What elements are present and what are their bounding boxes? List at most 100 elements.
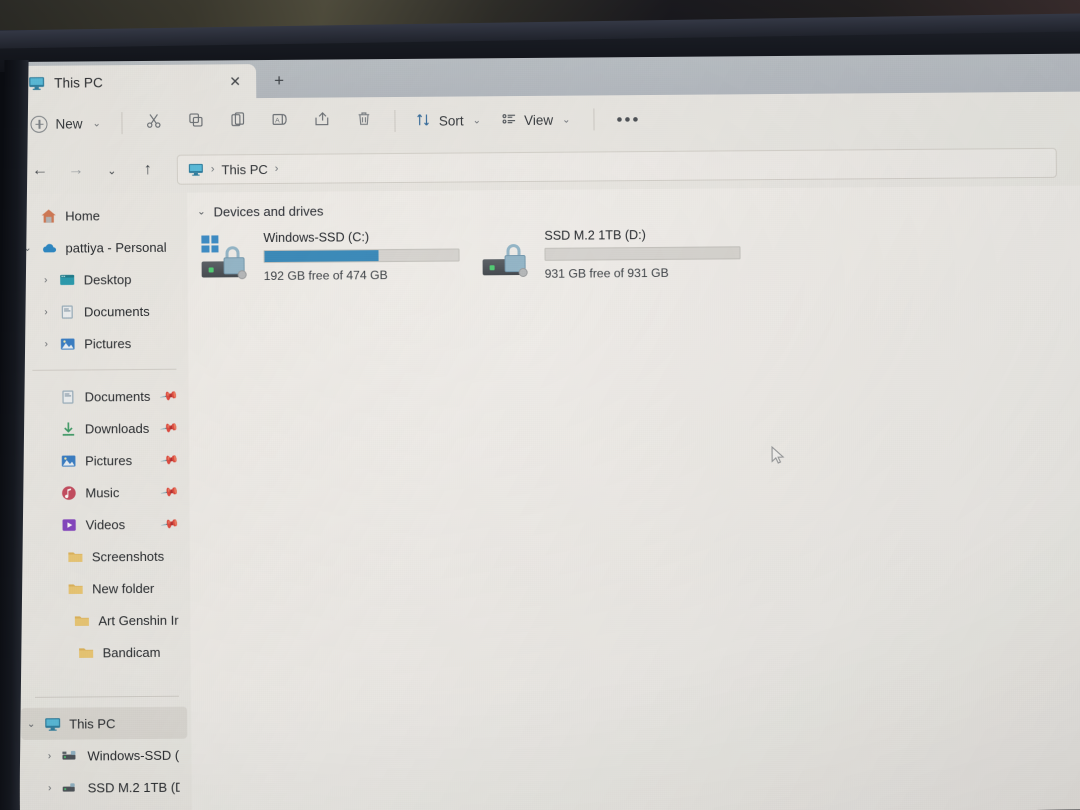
sidebar-item-videos[interactable]: Videos 📌 bbox=[20, 508, 186, 541]
expander-icon[interactable]: › bbox=[39, 750, 59, 761]
windows-drive-icon bbox=[201, 235, 253, 281]
sidebar-item-this-pc[interactable]: ⌄ This PC bbox=[21, 706, 188, 740]
home-icon bbox=[37, 207, 59, 224]
sidebar-label: Bandicam bbox=[102, 644, 161, 660]
drive-icon bbox=[482, 233, 534, 279]
sidebar-label: Music bbox=[85, 484, 120, 500]
chevron-down-icon[interactable]: ⌄ bbox=[197, 207, 205, 218]
address-bar[interactable]: › This PC › bbox=[176, 147, 1057, 185]
sidebar-item-documents-onedrive[interactable]: › Documents bbox=[18, 295, 184, 328]
sidebar-item-home[interactable]: Home bbox=[17, 199, 183, 232]
sidebar-label: Videos bbox=[85, 516, 126, 532]
drive-info: SSD M.2 1TB (D:) 931 GB free of 931 GB bbox=[544, 225, 747, 281]
close-icon[interactable]: ✕ bbox=[224, 70, 246, 92]
sidebar-label: Desktop bbox=[83, 271, 132, 287]
sidebar-item-music[interactable]: Music 📌 bbox=[19, 476, 185, 509]
sidebar-label: This PC bbox=[69, 715, 116, 732]
sidebar-item-art-genshin-impact[interactable]: Art Genshin Impact bbox=[20, 604, 186, 637]
back-button[interactable]: ← bbox=[23, 155, 57, 187]
sidebar-item-desktop[interactable]: › Desktop bbox=[18, 263, 184, 296]
pin-icon[interactable]: 📌 bbox=[160, 514, 180, 534]
sidebar-label: Home bbox=[65, 207, 100, 224]
new-button-label: New bbox=[55, 115, 83, 132]
cut-button[interactable] bbox=[134, 106, 174, 140]
expander-icon[interactable]: › bbox=[40, 782, 60, 793]
sidebar-divider-2 bbox=[34, 695, 179, 698]
forward-button[interactable]: → bbox=[59, 154, 93, 186]
sidebar-item-pictures-onedrive[interactable]: › Pictures bbox=[18, 327, 184, 360]
sort-button[interactable]: Sort ⌄ bbox=[407, 104, 490, 137]
sidebar-label: Documents bbox=[83, 303, 150, 319]
chevron-down-icon: ⌄ bbox=[472, 114, 482, 126]
sidebar-label: pattiya - Personal bbox=[65, 239, 167, 256]
drive-name: Windows-SSD (C:) bbox=[263, 230, 370, 246]
sidebar-item-pictures[interactable]: Pictures 📌 bbox=[19, 444, 185, 477]
drive-item[interactable]: Windows-SSD (C:) 192 GB free of 474 GB bbox=[201, 227, 466, 283]
breadcrumb-separator: › bbox=[210, 163, 215, 176]
pin-icon[interactable]: 📌 bbox=[160, 482, 180, 502]
more-options-button[interactable]: ••• bbox=[608, 102, 648, 136]
pin-icon[interactable]: 📌 bbox=[159, 418, 179, 438]
drive-icon bbox=[59, 747, 81, 763]
pin-icon[interactable]: 📌 bbox=[159, 386, 179, 406]
capacity-bar bbox=[263, 248, 460, 264]
sidebar-divider bbox=[32, 368, 177, 371]
pin-icon[interactable]: 📌 bbox=[160, 450, 180, 470]
drive-info: Windows-SSD (C:) 192 GB free of 474 GB bbox=[263, 227, 466, 283]
downloads-icon bbox=[57, 420, 79, 437]
drive-free-space: 931 GB free of 931 GB bbox=[544, 265, 669, 281]
expander-icon[interactable]: › bbox=[36, 274, 56, 285]
plus-circle-icon bbox=[30, 115, 48, 133]
view-button[interactable]: View ⌄ bbox=[492, 104, 580, 137]
this-pc-icon bbox=[28, 74, 45, 91]
sidebar-item-documents[interactable]: Documents 📌 bbox=[19, 380, 185, 413]
toolbar-divider-3 bbox=[593, 108, 595, 131]
sidebar-label: Art Genshin Impact bbox=[98, 612, 179, 628]
sidebar-label: Downloads bbox=[84, 420, 150, 436]
recent-locations-button[interactable]: ⌄ bbox=[95, 154, 129, 186]
rename-button[interactable]: A bbox=[260, 105, 300, 139]
sidebar-label: New folder bbox=[92, 580, 155, 596]
sidebar-item-new-folder[interactable]: New folder bbox=[20, 572, 186, 605]
trash-icon bbox=[355, 110, 372, 132]
tab-this-pc[interactable]: This PC ✕ bbox=[14, 64, 257, 100]
new-button[interactable]: New ⌄ bbox=[22, 107, 111, 140]
file-list-area[interactable]: ⌄ Devices and drives Windows-SSD (C:) 19… bbox=[187, 185, 1080, 810]
sidebar-item-screenshots[interactable]: Screenshots bbox=[20, 540, 186, 573]
devices-and-drives-group-header[interactable]: ⌄ Devices and drives bbox=[193, 198, 1080, 220]
capacity-bar-fill bbox=[264, 250, 380, 263]
sidebar-item-bandicam[interactable]: Bandicam bbox=[21, 636, 187, 669]
copy-button[interactable] bbox=[176, 105, 216, 139]
drive-free-space: 192 GB free of 474 GB bbox=[263, 268, 388, 284]
expander-icon[interactable]: ⌄ bbox=[21, 718, 41, 729]
new-tab-icon[interactable]: + bbox=[262, 64, 296, 98]
paste-button[interactable] bbox=[218, 105, 258, 139]
svg-text:A: A bbox=[275, 117, 280, 124]
sidebar-label: SSD M.2 1TB (D:) bbox=[87, 779, 180, 795]
share-button[interactable] bbox=[302, 104, 342, 138]
rename-icon: A bbox=[271, 111, 288, 133]
sidebar-item-downloads[interactable]: Downloads 📌 bbox=[19, 412, 185, 445]
tab-title: This PC bbox=[54, 74, 103, 91]
copy-icon bbox=[187, 112, 204, 134]
breadcrumb-this-pc[interactable]: This PC bbox=[221, 162, 267, 177]
folder-icon bbox=[75, 644, 97, 661]
expander-icon[interactable]: › bbox=[36, 306, 56, 317]
onedrive-icon bbox=[37, 239, 59, 257]
documents-folder-icon bbox=[56, 303, 78, 320]
sidebar-item-windows-ssd-c[interactable]: › Windows-SSD (C: bbox=[21, 739, 187, 772]
drive-knob bbox=[518, 267, 528, 278]
view-icon bbox=[501, 111, 517, 130]
sidebar-item-ssd-m2-1tb-d[interactable]: › SSD M.2 1TB (D:) bbox=[22, 771, 188, 804]
sidebar-label: Pictures bbox=[84, 335, 132, 351]
up-button[interactable]: ↑ bbox=[131, 154, 165, 186]
expander-icon[interactable]: › bbox=[36, 338, 56, 349]
navigation-pane: Home ⌄ pattiya - Personal › Desktop › Do… bbox=[15, 192, 192, 810]
drive-item[interactable]: SSD M.2 1TB (D:) 931 GB free of 931 GB bbox=[482, 225, 747, 281]
delete-button[interactable] bbox=[344, 104, 384, 138]
breadcrumb-separator-2[interactable]: › bbox=[275, 163, 279, 175]
sidebar-item-onedrive[interactable]: ⌄ pattiya - Personal bbox=[17, 231, 183, 264]
chevron-down-icon: ⌄ bbox=[92, 117, 101, 129]
desktop-folder-icon bbox=[56, 271, 78, 288]
drive-led bbox=[208, 267, 214, 273]
